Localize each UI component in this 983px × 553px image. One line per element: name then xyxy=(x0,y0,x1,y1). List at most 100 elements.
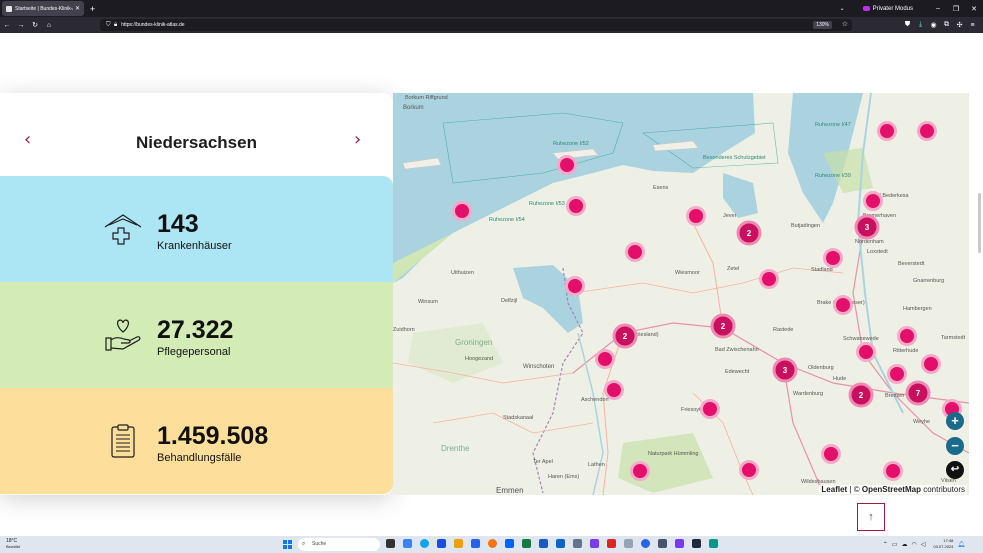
hospital-marker[interactable] xyxy=(566,196,586,216)
puzzle-icon[interactable]: ✣ xyxy=(953,21,966,29)
browser2-app-icon[interactable] xyxy=(641,539,650,548)
hospital-marker[interactable] xyxy=(856,342,876,362)
map-zoom-out-button[interactable]: − xyxy=(946,437,964,455)
cluster-count[interactable]: 2 xyxy=(747,229,752,238)
lock-icon[interactable]: 🔒︎ xyxy=(114,22,117,29)
hospital-marker[interactable] xyxy=(887,364,907,384)
tray-cloud-icon[interactable]: ☁ xyxy=(901,541,907,548)
map-place-label: Zuidhorn xyxy=(393,327,415,333)
word-app-icon[interactable] xyxy=(539,539,548,548)
map-zoom-in-button[interactable]: + xyxy=(946,412,964,430)
next-state-button[interactable]: › xyxy=(354,129,361,150)
cluster-count[interactable]: 2 xyxy=(623,332,628,341)
hospital-marker[interactable] xyxy=(565,276,585,296)
forward-icon[interactable]: → xyxy=(14,22,28,29)
menu-icon[interactable]: ≡ xyxy=(966,22,979,29)
taskbar-search[interactable]: ⌕ Suche xyxy=(298,538,380,551)
hospital-marker[interactable] xyxy=(700,399,720,419)
bookmark-star-icon[interactable]: ☆ xyxy=(842,20,848,28)
leaflet-map[interactable]: Borkum Riffgrund Borkum Ruhezone I/52 Beson… xyxy=(393,93,969,495)
hospital-marker[interactable] xyxy=(630,461,650,481)
mail-app-icon[interactable] xyxy=(471,539,480,548)
zoom-level-badge[interactable]: 130% xyxy=(813,21,832,29)
windows-start-icon[interactable] xyxy=(283,540,292,549)
tray-chevron-icon[interactable]: ⌃ xyxy=(883,541,888,548)
taskbar-clock[interactable]: 17:48 03.07.2024 xyxy=(933,538,953,550)
hospital-marker[interactable] xyxy=(877,121,897,141)
hospital-marker[interactable] xyxy=(604,380,624,400)
tray-volume-icon[interactable]: ◁ xyxy=(921,541,926,548)
cluster-count[interactable]: 3 xyxy=(865,223,870,232)
map-tiles[interactable]: Borkum Riffgrund Borkum Ruhezone I/52 Beson… xyxy=(393,93,969,495)
url-bar[interactable]: ⛉ 🔒︎ https://bundes-klinik-atlas.de 130%… xyxy=(100,19,852,31)
hospital-marker[interactable] xyxy=(759,269,779,289)
reload-icon[interactable]: ↻ xyxy=(28,21,42,29)
map-place-label: Weyhe xyxy=(913,419,930,425)
hospital-marker[interactable] xyxy=(917,121,937,141)
search-placeholder[interactable]: Suche xyxy=(312,541,326,547)
hospital-marker[interactable] xyxy=(557,155,577,175)
excel-app-icon[interactable] xyxy=(522,539,531,548)
shield-icon[interactable]: ⛉ xyxy=(106,22,112,29)
notes-app-icon[interactable] xyxy=(624,539,633,548)
hospital-marker[interactable] xyxy=(883,461,903,481)
scroll-to-top-button[interactable]: ↑ xyxy=(857,503,885,531)
leaflet-link[interactable]: Leaflet xyxy=(821,485,847,494)
snip-app-icon[interactable] xyxy=(590,539,599,548)
minimize-window-button[interactable]: – xyxy=(929,5,947,12)
notification-bell-icon[interactable]: 🔔︎ xyxy=(957,541,965,548)
media-app-icon[interactable] xyxy=(658,539,667,548)
new-tab-button[interactable]: + xyxy=(90,4,95,14)
hospital-marker[interactable] xyxy=(739,460,759,480)
vpn-app-icon[interactable] xyxy=(709,539,718,548)
home-icon[interactable]: ⌂ xyxy=(42,22,56,29)
browser-tab-bar: Startseite | Bundes-Klinik-Atlas ✕ + ⌄ P… xyxy=(0,0,983,17)
hospital-marker[interactable] xyxy=(921,354,941,374)
weather-widget[interactable]: 18°C Bewölkt xyxy=(6,538,20,550)
back-icon[interactable]: ← xyxy=(0,22,14,29)
network-app-icon[interactable] xyxy=(573,539,582,548)
acrobat-app-icon[interactable] xyxy=(607,539,616,548)
page-scrollbar[interactable] xyxy=(978,193,981,253)
tab-list-chevron-icon[interactable]: ⌄ xyxy=(840,5,845,12)
edge-app-icon[interactable] xyxy=(420,539,429,548)
close-tab-icon[interactable]: ✕ xyxy=(75,5,80,12)
pocket-icon[interactable]: ⛊ xyxy=(901,21,914,29)
extensions-icon[interactable]: ⧉ xyxy=(940,21,953,29)
tray-battery-icon[interactable]: ▭ xyxy=(892,541,898,548)
cluster-count[interactable]: 2 xyxy=(859,391,864,400)
cluster-count[interactable]: 3 xyxy=(783,366,788,375)
downloads-icon[interactable]: ⤓ xyxy=(914,21,927,29)
store-app-icon[interactable] xyxy=(437,539,446,548)
osm-link[interactable]: OpenStreetMap xyxy=(862,485,921,494)
file-explorer-app-icon[interactable] xyxy=(386,539,395,548)
cluster-count[interactable]: 7 xyxy=(916,389,921,398)
outlook-app-icon[interactable] xyxy=(556,539,565,548)
map-place-label: Hoogezand xyxy=(465,356,493,362)
terminal-app-icon[interactable] xyxy=(692,539,701,548)
hospital-marker[interactable] xyxy=(863,191,883,211)
teams-app-icon[interactable] xyxy=(675,539,684,548)
cluster-count[interactable]: 2 xyxy=(721,322,726,331)
map-reset-view-button[interactable]: ↩ xyxy=(946,461,964,479)
hospital-marker[interactable] xyxy=(833,295,853,315)
firefox-app-icon[interactable] xyxy=(488,539,497,548)
hospital-marker[interactable] xyxy=(897,326,917,346)
hospital-marker[interactable] xyxy=(821,444,841,464)
map-place-label: Ritterhude xyxy=(893,348,918,354)
hospital-marker[interactable] xyxy=(452,201,472,221)
url-text[interactable]: https://bundes-klinik-atlas.de xyxy=(121,22,184,28)
folder-app-icon[interactable] xyxy=(454,539,463,548)
map-place-label: Haren (Ems) xyxy=(548,474,579,480)
account-icon[interactable]: ◉ xyxy=(927,21,940,29)
restore-window-button[interactable]: ❐ xyxy=(947,5,965,13)
hospital-marker[interactable] xyxy=(625,242,645,262)
hospital-marker[interactable] xyxy=(823,248,843,268)
close-window-button[interactable]: ✕ xyxy=(965,5,983,13)
hospital-marker[interactable] xyxy=(686,206,706,226)
dropbox-app-icon[interactable] xyxy=(505,539,514,548)
widgets-app-icon[interactable] xyxy=(403,539,412,548)
tray-wifi-icon[interactable]: ◠ xyxy=(911,541,916,548)
browser-tab[interactable]: Startseite | Bundes-Klinik-Atlas ✕ xyxy=(2,1,84,16)
hospital-marker[interactable] xyxy=(595,349,615,369)
